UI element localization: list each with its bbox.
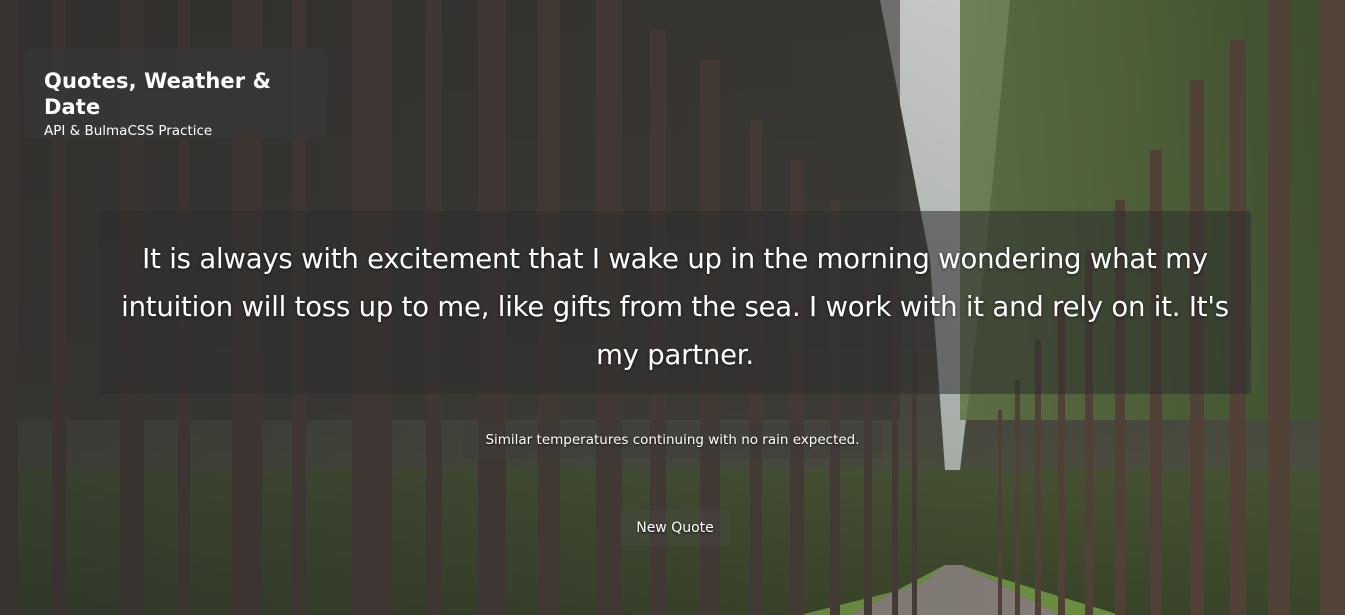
new-quote-button[interactable]: New Quote [620, 510, 730, 546]
app-subtitle: API & BulmaCSS Practice [44, 123, 213, 139]
app-title: Quotes, Weather & Date [44, 69, 272, 119]
app-header: Quotes, Weather & Date API & BulmaCSS Pr… [24, 48, 327, 139]
weather-summary: Similar temperatures continuing with no … [463, 423, 882, 459]
quote-text: It is always with excitement that I wake… [121, 243, 1229, 371]
quote-panel: It is always with excitement that I wake… [99, 211, 1251, 394]
